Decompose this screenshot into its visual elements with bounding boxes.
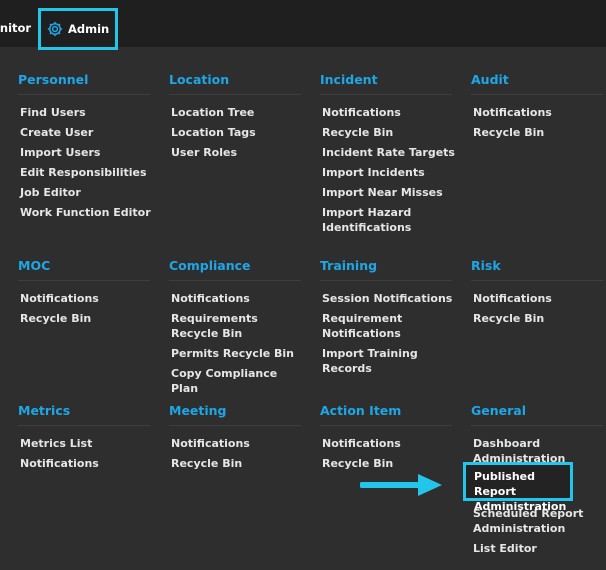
menu-item-risk-recycle-bin[interactable]: Recycle Bin bbox=[473, 311, 606, 326]
section-title-audit: Audit bbox=[471, 72, 603, 95]
menu-item-copy-compliance-plan[interactable]: Copy Compliance Plan bbox=[171, 366, 305, 396]
section-title-incident: Incident bbox=[320, 72, 452, 95]
menu-item-work-function-editor[interactable]: Work Function Editor bbox=[20, 205, 154, 220]
menu-item-import-incidents[interactable]: Import Incidents bbox=[322, 165, 456, 180]
menu-item-action-item-notifications[interactable]: Notifications bbox=[322, 436, 456, 451]
menu-item-metrics-list[interactable]: Metrics List bbox=[20, 436, 154, 451]
menu-item-moc-recycle-bin[interactable]: Recycle Bin bbox=[20, 311, 154, 326]
section-title-metrics: Metrics bbox=[18, 403, 150, 426]
menu-item-incident-rate-targets[interactable]: Incident Rate Targets bbox=[322, 145, 456, 160]
menu-item-import-near-misses[interactable]: Import Near Misses bbox=[322, 185, 456, 200]
menu-item-location-tags[interactable]: Location Tags bbox=[171, 125, 305, 140]
menu-item-find-users[interactable]: Find Users bbox=[20, 105, 154, 120]
top-nav-bar: onitor Admin bbox=[0, 0, 606, 50]
gear-icon bbox=[47, 21, 63, 37]
section-title-training: Training bbox=[320, 258, 452, 281]
section-audit: Audit Notifications Recycle Bin bbox=[471, 72, 606, 145]
menu-item-create-user[interactable]: Create User bbox=[20, 125, 154, 140]
section-moc: MOC Notifications Recycle Bin bbox=[18, 258, 154, 331]
menu-item-job-editor[interactable]: Job Editor bbox=[20, 185, 154, 200]
section-meeting: Meeting Notifications Recycle Bin bbox=[169, 403, 305, 476]
section-title-compliance: Compliance bbox=[169, 258, 301, 281]
section-incident: Incident Notifications Recycle Bin Incid… bbox=[320, 72, 456, 240]
section-metrics: Metrics Metrics List Notifications bbox=[18, 403, 154, 476]
menu-item-session-notifications[interactable]: Session Notifications bbox=[322, 291, 456, 306]
menu-item-import-training-records[interactable]: Import Training Records bbox=[322, 346, 456, 376]
menu-item-published-report-administration[interactable]: Published Report Administration bbox=[474, 469, 574, 514]
menu-item-import-hazard-identifications[interactable]: Import Hazard Identifications bbox=[322, 205, 456, 235]
section-title-general: General bbox=[471, 403, 603, 426]
menu-item-meeting-notifications[interactable]: Notifications bbox=[171, 436, 305, 451]
section-title-moc: MOC bbox=[18, 258, 150, 281]
arrow-right-icon bbox=[360, 474, 442, 496]
menu-item-action-item-recycle-bin[interactable]: Recycle Bin bbox=[322, 456, 456, 471]
menu-item-meeting-recycle-bin[interactable]: Recycle Bin bbox=[171, 456, 305, 471]
menu-item-audit-notifications[interactable]: Notifications bbox=[473, 105, 606, 120]
menu-item-moc-notifications[interactable]: Notifications bbox=[20, 291, 154, 306]
menu-item-list-editor[interactable]: List Editor bbox=[473, 541, 606, 556]
section-title-risk: Risk bbox=[471, 258, 603, 281]
menu-item-permits-recycle-bin[interactable]: Permits Recycle Bin bbox=[171, 346, 305, 361]
section-compliance: Compliance Notifications Requirements Re… bbox=[169, 258, 305, 401]
menu-item-edit-responsibilities[interactable]: Edit Responsibilities bbox=[20, 165, 154, 180]
section-title-meeting: Meeting bbox=[169, 403, 301, 426]
nav-monitor-label: onitor bbox=[0, 21, 32, 35]
menu-item-requirement-notifications[interactable]: Requirement Notifications bbox=[322, 311, 456, 341]
nav-monitor[interactable]: onitor bbox=[0, 0, 31, 47]
nav-admin[interactable]: Admin bbox=[38, 8, 118, 50]
menu-item-incident-recycle-bin[interactable]: Recycle Bin bbox=[322, 125, 456, 140]
section-personnel: Personnel Find Users Create User Import … bbox=[18, 72, 154, 225]
section-title-location: Location bbox=[169, 72, 301, 95]
section-title-action-item: Action Item bbox=[320, 403, 452, 426]
section-training: Training Session Notifications Requireme… bbox=[320, 258, 456, 381]
menu-item-compliance-notifications[interactable]: Notifications bbox=[171, 291, 305, 306]
menu-item-metrics-notifications[interactable]: Notifications bbox=[20, 456, 154, 471]
menu-item-audit-recycle-bin[interactable]: Recycle Bin bbox=[473, 125, 606, 140]
menu-item-import-users[interactable]: Import Users bbox=[20, 145, 154, 160]
section-action-item: Action Item Notifications Recycle Bin bbox=[320, 403, 456, 476]
menu-item-user-roles[interactable]: User Roles bbox=[171, 145, 305, 160]
section-location: Location Location Tree Location Tags Use… bbox=[169, 72, 305, 165]
nav-admin-label: Admin bbox=[68, 22, 110, 36]
menu-item-location-tree[interactable]: Location Tree bbox=[171, 105, 305, 120]
menu-item-requirements-recycle-bin[interactable]: Requirements Recycle Bin bbox=[171, 311, 305, 341]
section-risk: Risk Notifications Recycle Bin bbox=[471, 258, 606, 331]
menu-item-incident-notifications[interactable]: Notifications bbox=[322, 105, 456, 120]
section-title-personnel: Personnel bbox=[18, 72, 150, 95]
menu-item-risk-notifications[interactable]: Notifications bbox=[473, 291, 606, 306]
